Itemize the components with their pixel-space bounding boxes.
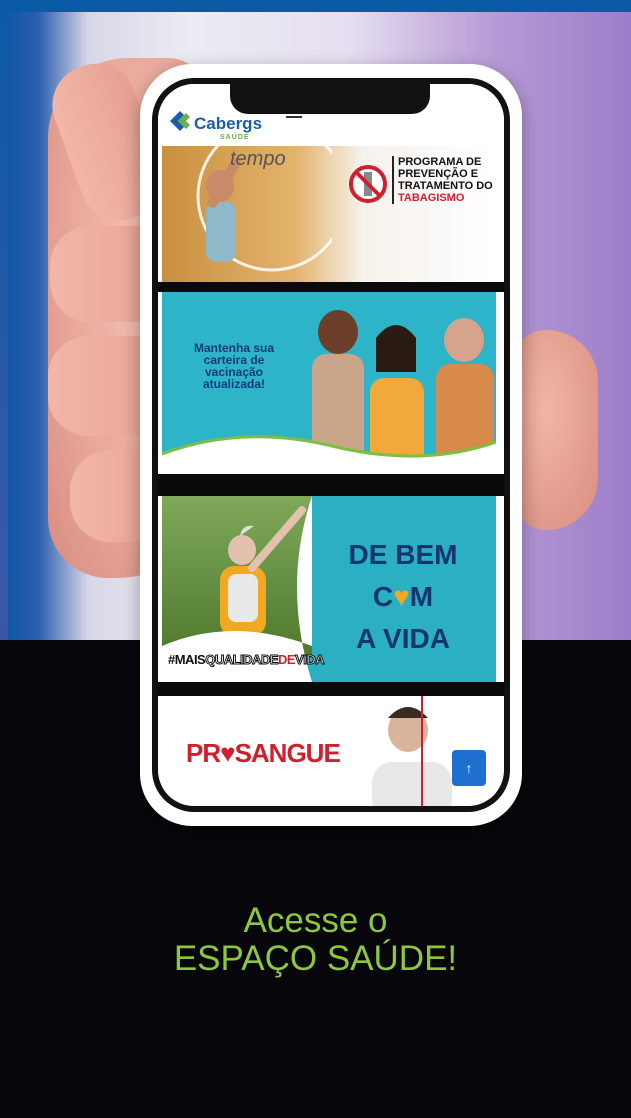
arrow-up-icon: ↑ (465, 760, 473, 776)
banner-tabagismo[interactable]: tempo PROGRAMA DE PREVENÇÃO E TRATAMENTO… (162, 146, 496, 282)
hashtag-post: VIDA (295, 652, 326, 668)
top-blue-strip (0, 0, 631, 12)
phone: Cabergs SAÚDE tempo PROGRAMA DE PREVENÇÃ… (140, 64, 522, 826)
phone-notch (230, 84, 430, 114)
phone-bezel: Cabergs SAÚDE tempo PROGRAMA DE PREVENÇÃ… (152, 78, 510, 812)
hamburger-menu-icon[interactable] (286, 116, 302, 118)
back-to-top-button[interactable]: ↑ (452, 750, 486, 786)
banner-pro-sangue[interactable]: PR♥SANGUE (162, 696, 496, 806)
white-wave (162, 435, 496, 474)
cta-text[interactable]: Acesse o ESPAÇO SAÚDE! (0, 902, 631, 978)
vacina-line-4: atualizada! (202, 377, 265, 391)
pro-sangue-pre: PR (186, 738, 221, 768)
banner-de-bem-com-a-vida[interactable]: DE BEM C♥M A VIDA #MAISQUALIDADEDEVIDA (162, 496, 496, 682)
hashtag-de: DE (278, 652, 296, 667)
hashtag-mais-qualidade-de-vida: #MAISQUALIDADEDEVIDA (168, 652, 326, 668)
heart-icon: ♥ (393, 581, 410, 612)
phone-screen: Cabergs SAÚDE tempo PROGRAMA DE PREVENÇÃ… (158, 84, 504, 806)
cta-line-2: ESPAÇO SAÚDE! (173, 939, 458, 978)
hashtag-pre: #MAIS (168, 652, 206, 667)
no-smoking-icon (349, 165, 387, 203)
hashtag-mid: QUALIDADE (205, 652, 279, 668)
pro-sangue-title: PR♥SANGUE (186, 738, 341, 769)
pro-sangue-post: SANGUE (234, 738, 341, 768)
tabagismo-title-2: PREVENÇÃO E (398, 168, 479, 180)
bem-vida-line-2-post: M (409, 581, 434, 612)
banner-separator (158, 474, 504, 496)
tabagismo-title-4: TABAGISMO (398, 192, 465, 204)
logo-text: Cabergs (194, 114, 263, 133)
bem-vida-line-1: DE BEM (348, 539, 458, 570)
tabagismo-title-1: PROGRAMA DE (398, 156, 482, 168)
tabagismo-title-3: TRATAMENTO DO (398, 180, 493, 192)
bem-vida-line-2-pre: C (372, 581, 394, 612)
cta-line-1: Acesse o (243, 901, 388, 940)
tabagismo-word: tempo (230, 148, 286, 170)
thumb (512, 330, 598, 530)
logo-subtext: SAÚDE (220, 134, 250, 141)
banner-separator (158, 282, 504, 292)
bem-vida-line-3: A VIDA (356, 623, 450, 654)
logo-mark-icon (170, 111, 190, 131)
banner-separator (158, 682, 504, 696)
blood-drop-heart-icon: ♥ (220, 738, 235, 768)
banner-vacinacao[interactable]: Mantenha sua carteira de vacinação atual… (162, 292, 496, 474)
